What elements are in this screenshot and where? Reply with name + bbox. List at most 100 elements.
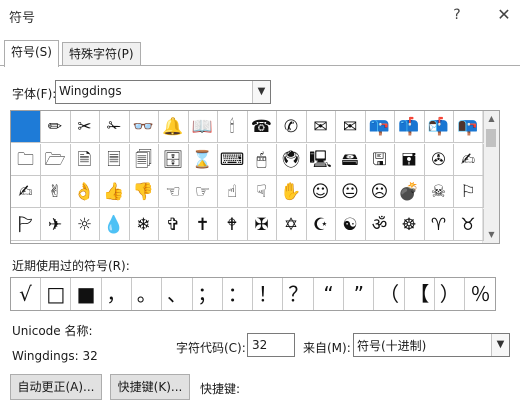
symbol-cell[interactable]: ✋ bbox=[276, 176, 307, 208]
symbol-cell[interactable]: 😐 bbox=[335, 176, 366, 208]
recent-symbol-cell[interactable]: √ bbox=[11, 278, 41, 310]
symbol-cell[interactable]: 📭 bbox=[453, 111, 484, 143]
symbol-cell[interactable]: ☪ bbox=[306, 208, 336, 241]
symbol-cell[interactable]: ☜ bbox=[158, 176, 189, 208]
symbol-cell[interactable]: 🗄 bbox=[158, 143, 189, 176]
symbol-cell[interactable]: 🗁 bbox=[40, 143, 71, 176]
symbol-cell[interactable]: ✈ bbox=[40, 208, 71, 241]
recent-symbol-cell[interactable]: ” bbox=[344, 278, 375, 310]
symbol-cell[interactable]: ☝ bbox=[217, 176, 248, 208]
recent-symbol-cell[interactable]: （ bbox=[375, 278, 405, 310]
recent-symbol-cell[interactable]: “ bbox=[314, 278, 344, 310]
recent-symbol-cell[interactable]: ； bbox=[193, 278, 223, 310]
symbol-cell[interactable]: 🕯 bbox=[217, 111, 248, 143]
symbol-cell[interactable]: 💣 bbox=[394, 176, 425, 208]
symbol-cell[interactable]: 🕈 bbox=[217, 208, 248, 241]
symbol-cell[interactable]: ☠ bbox=[424, 176, 454, 208]
symbol-cell[interactable]: ♉ bbox=[453, 208, 484, 241]
symbol-cell[interactable]: 🗏 bbox=[99, 143, 130, 176]
symbol-cell[interactable]: ⌨ bbox=[217, 143, 248, 176]
chevron-down-icon[interactable]: ▼ bbox=[252, 81, 270, 103]
symbol-cell[interactable]: ✂ bbox=[70, 111, 100, 143]
recent-symbol-cell[interactable]: ％ bbox=[466, 278, 496, 310]
recent-symbol-cell[interactable]: ： bbox=[223, 278, 254, 310]
symbol-cell[interactable]: ⌛ bbox=[188, 143, 218, 176]
shortcut-key-button[interactable]: 快捷键(K)... bbox=[110, 374, 190, 400]
symbol-cell[interactable]: ☹ bbox=[365, 176, 395, 208]
grid-scrollbar[interactable]: ▲ ▼ bbox=[482, 111, 499, 243]
recent-symbol-cell[interactable]: ■ bbox=[72, 278, 102, 310]
symbol-cell[interactable]: ☼ bbox=[70, 208, 100, 241]
symbol-cell[interactable]: 💧 bbox=[99, 208, 130, 241]
recent-symbol-cell[interactable]: ！ bbox=[253, 278, 284, 310]
symbol-cell[interactable]: 📫 bbox=[394, 111, 425, 143]
symbol-cell[interactable]: 🔔 bbox=[158, 111, 189, 143]
tab-special-characters[interactable]: 特殊字符(P) bbox=[62, 42, 141, 66]
symbol-cell[interactable]: 👌 bbox=[70, 176, 100, 208]
symbol-grid[interactable]: ▲ ▼ ✏ ✂ ✁ 👓 🔔 📖 🕯 ☎ ✆ ✉ ✉ 📪 📫 📬 📭 🗀 🗁 🗎 🗏 🗐 🗄 ⌛ ⌨ 🖱 🖲 🖳 🖴 🖫 🖬 ✇ ✍ ✍ ✌ 👌 👍 👎… bbox=[10, 110, 500, 244]
font-select[interactable]: Wingdings ▼ bbox=[55, 80, 271, 104]
close-button[interactable]: ✕ bbox=[489, 4, 519, 26]
symbol-cell[interactable]: ♈ bbox=[424, 208, 454, 241]
font-label: 字体(F): bbox=[12, 87, 57, 101]
symbol-cell[interactable]: ☸ bbox=[394, 208, 425, 241]
symbol-cell[interactable]: ☺ bbox=[306, 176, 336, 208]
symbol-cell[interactable]: 🖬 bbox=[394, 143, 425, 176]
symbol-cell[interactable]: ॐ bbox=[365, 208, 395, 241]
shortcut-key-label: 快捷键: bbox=[200, 382, 241, 396]
symbol-cell[interactable]: ☟ bbox=[247, 176, 277, 208]
scroll-up-icon[interactable]: ▲ bbox=[483, 111, 500, 127]
symbol-cell[interactable]: 👎 bbox=[129, 176, 159, 208]
char-code-input[interactable]: 32 bbox=[247, 333, 295, 357]
symbol-cell[interactable]: ❄ bbox=[129, 208, 159, 241]
symbol-cell[interactable]: ☎ bbox=[247, 111, 277, 143]
symbol-cell[interactable]: ✉ bbox=[306, 111, 336, 143]
symbol-cell[interactable]: 🗎 bbox=[70, 143, 100, 176]
symbol-cell[interactable]: ✞ bbox=[158, 208, 189, 241]
symbol-cell[interactable]: ⚐ bbox=[453, 176, 484, 208]
symbol-cell[interactable]: 🗐 bbox=[129, 143, 159, 176]
recent-symbol-cell[interactable]: □ bbox=[41, 278, 72, 310]
symbol-cell[interactable]: 📖 bbox=[188, 111, 218, 143]
symbol-cell[interactable]: ✇ bbox=[424, 143, 454, 176]
scroll-thumb[interactable] bbox=[486, 129, 496, 147]
symbol-cell[interactable]: 🖫 bbox=[365, 143, 395, 176]
recent-symbol-cell[interactable]: 【 bbox=[405, 278, 435, 310]
symbol-cell[interactable]: ✍ bbox=[453, 143, 484, 176]
recent-symbol-cell[interactable]: 、 bbox=[163, 278, 193, 310]
symbol-cell[interactable]: 🖲 bbox=[276, 143, 307, 176]
symbol-cell[interactable]: ✌ bbox=[40, 176, 71, 208]
symbol-cell[interactable]: 🖱 bbox=[247, 143, 277, 176]
symbol-cell[interactable]: 🗀 bbox=[11, 143, 41, 176]
symbol-cell[interactable]: 👍 bbox=[99, 176, 130, 208]
symbol-cell[interactable]: ✝ bbox=[188, 208, 218, 241]
recent-symbol-cell[interactable]: ） bbox=[435, 278, 466, 310]
from-label: 来自(M): bbox=[303, 341, 351, 355]
from-select[interactable]: 符号(十进制) ▼ bbox=[353, 333, 510, 357]
chevron-down-icon[interactable]: ▼ bbox=[491, 334, 509, 356]
recent-symbol-cell[interactable]: ？ bbox=[284, 278, 314, 310]
symbol-cell[interactable]: ☯ bbox=[335, 208, 366, 241]
symbol-cell[interactable] bbox=[11, 111, 41, 143]
symbol-cell[interactable]: 📪 bbox=[365, 111, 395, 143]
symbol-cell[interactable]: 🏱 bbox=[11, 208, 41, 241]
symbol-cell[interactable]: ✁ bbox=[99, 111, 130, 143]
help-button[interactable]: ? bbox=[442, 4, 472, 26]
tab-symbols[interactable]: 符号(S) bbox=[4, 40, 59, 67]
symbol-cell[interactable]: ✡ bbox=[276, 208, 307, 241]
symbol-cell[interactable]: ✍ bbox=[11, 176, 41, 208]
scroll-down-icon[interactable]: ▼ bbox=[483, 227, 500, 243]
symbol-cell[interactable]: ☞ bbox=[188, 176, 218, 208]
symbol-cell[interactable]: ✆ bbox=[276, 111, 307, 143]
symbol-cell[interactable]: ✏ bbox=[40, 111, 71, 143]
symbol-cell[interactable]: ✉ bbox=[335, 111, 366, 143]
symbol-cell[interactable]: 🖴 bbox=[335, 143, 366, 176]
autocorrect-button[interactable]: 自动更正(A)... bbox=[10, 374, 102, 400]
symbol-cell[interactable]: 👓 bbox=[129, 111, 159, 143]
symbol-cell[interactable]: 📬 bbox=[424, 111, 454, 143]
symbol-cell[interactable]: ✠ bbox=[247, 208, 277, 241]
symbol-cell[interactable]: 🖳 bbox=[306, 143, 336, 176]
recent-symbols-row[interactable]: √ □ ■，。、；：！？ “” （【）％ bbox=[10, 277, 496, 311]
recent-symbol-cell[interactable]: ， bbox=[102, 278, 132, 310]
recent-symbol-cell[interactable]: 。 bbox=[132, 278, 163, 310]
